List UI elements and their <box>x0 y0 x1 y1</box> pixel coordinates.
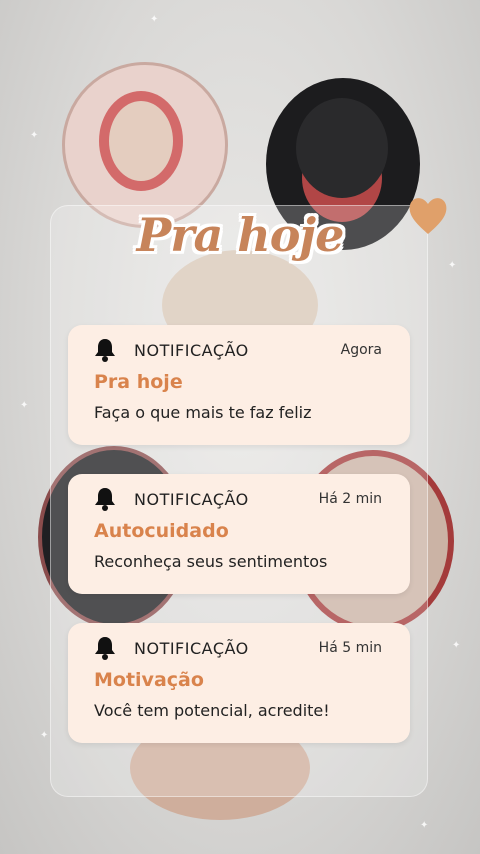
sparkle-icon: ✦ <box>40 730 49 741</box>
notification-card[interactable]: NOTIFICAÇÃO Agora Pra hoje Faça o que ma… <box>68 325 410 445</box>
notification-time: Há 5 min <box>318 640 382 656</box>
heart-icon <box>409 198 447 234</box>
sparkle-icon: ✦ <box>20 400 29 411</box>
notification-message: Reconheça seus sentimentos <box>94 552 328 571</box>
sparkle-icon: ✦ <box>30 130 39 141</box>
notification-title: Motivação <box>94 669 204 691</box>
notification-header: NOTIFICAÇÃO <box>134 341 249 360</box>
sparkle-icon: ✦ <box>452 640 461 651</box>
notification-title: Pra hoje <box>94 371 183 393</box>
notification-title: Autocuidado <box>94 520 229 542</box>
bell-icon <box>95 488 115 511</box>
notification-header: NOTIFICAÇÃO <box>134 639 249 658</box>
notification-card[interactable]: NOTIFICAÇÃO Há 5 min Motivação Você tem … <box>68 623 410 743</box>
sparkle-icon: ✦ <box>420 820 429 831</box>
notification-message: Faça o que mais te faz feliz <box>94 403 312 422</box>
bell-icon <box>95 339 115 362</box>
notification-card[interactable]: NOTIFICAÇÃO Há 2 min Autocuidado Reconhe… <box>68 474 410 594</box>
notification-message: Você tem potencial, acredite! <box>94 701 330 720</box>
notification-header: NOTIFICAÇÃO <box>134 490 249 509</box>
hat-snake-pink <box>62 62 228 228</box>
sparkle-icon: ✦ <box>150 14 159 25</box>
bell-icon <box>95 637 115 660</box>
notification-time: Há 2 min <box>318 491 382 507</box>
notification-time: Agora <box>340 342 382 358</box>
